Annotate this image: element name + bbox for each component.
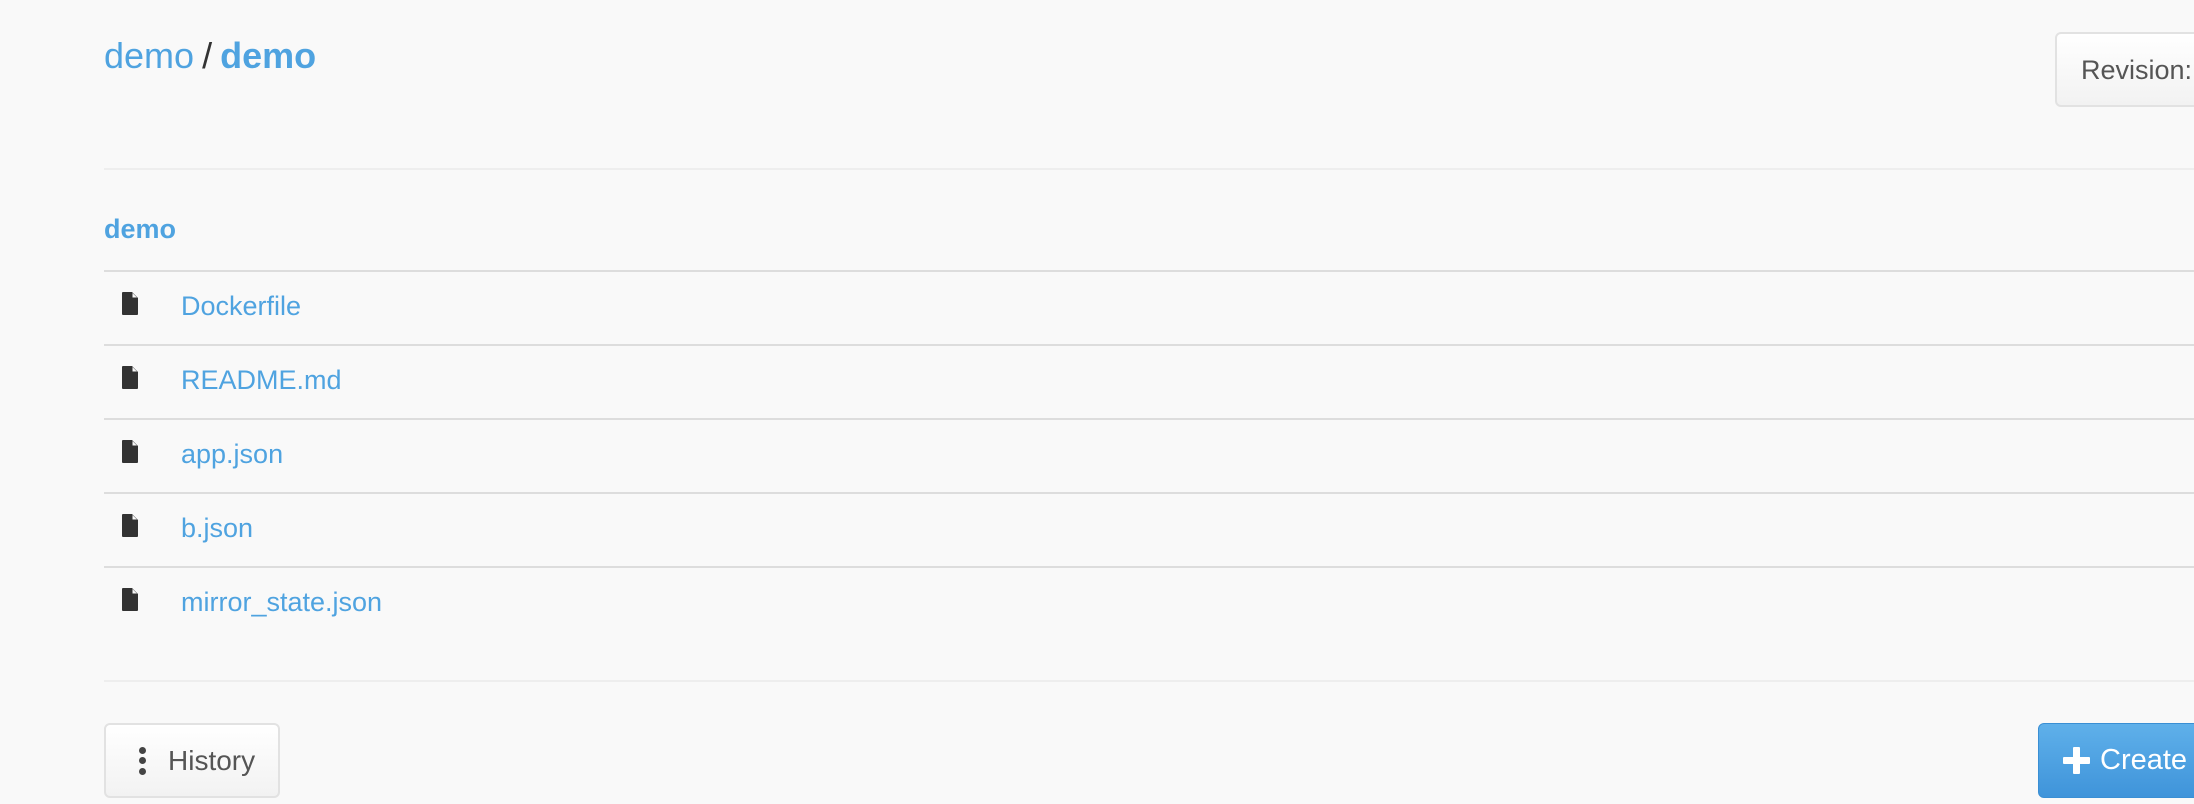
file-link-app-json[interactable]: app.json — [181, 437, 283, 471]
file-link-dockerfile[interactable]: Dockerfile — [181, 289, 301, 323]
file-icon — [122, 440, 138, 463]
header-divider — [104, 168, 2194, 170]
file-link-readme[interactable]: README.md — [181, 363, 342, 397]
file-list: Dockerfile README.md app.json b.json mir… — [104, 270, 2194, 640]
page: demo / demo Revision: demo Dockerfile READ… — [0, 0, 2194, 804]
file-row: Dockerfile — [104, 272, 2194, 346]
history-button-label: History — [168, 744, 256, 776]
breadcrumb-repo-name-link[interactable]: demo — [220, 35, 316, 76]
history-button[interactable]: History — [104, 723, 280, 798]
breadcrumb-repo-owner-link[interactable]: demo — [104, 35, 194, 76]
file-icon — [122, 514, 138, 537]
file-link-mirror-state-json[interactable]: mirror_state.json — [181, 585, 382, 619]
create-button-label: Create — [2100, 744, 2188, 776]
breadcrumb-separator: / — [202, 35, 213, 76]
file-row: app.json — [104, 420, 2194, 494]
page-title-breadcrumb: demo / demo — [104, 34, 316, 78]
file-icon — [122, 588, 138, 611]
create-button[interactable]: Create — [2038, 723, 2194, 798]
folder-heading-link[interactable]: demo — [104, 212, 176, 246]
revision-button-label: Revision: — [2081, 55, 2193, 85]
vertical-ellipsis-icon — [138, 746, 146, 775]
file-row: README.md — [104, 346, 2194, 420]
file-row: mirror_state.json — [104, 568, 2194, 640]
file-row: b.json — [104, 494, 2194, 568]
revision-dropdown-button[interactable]: Revision: — [2055, 32, 2194, 107]
footer-divider — [104, 680, 2194, 682]
file-icon — [122, 366, 138, 389]
file-icon — [122, 292, 138, 315]
file-link-b-json[interactable]: b.json — [181, 511, 253, 545]
plus-icon — [2063, 747, 2090, 774]
